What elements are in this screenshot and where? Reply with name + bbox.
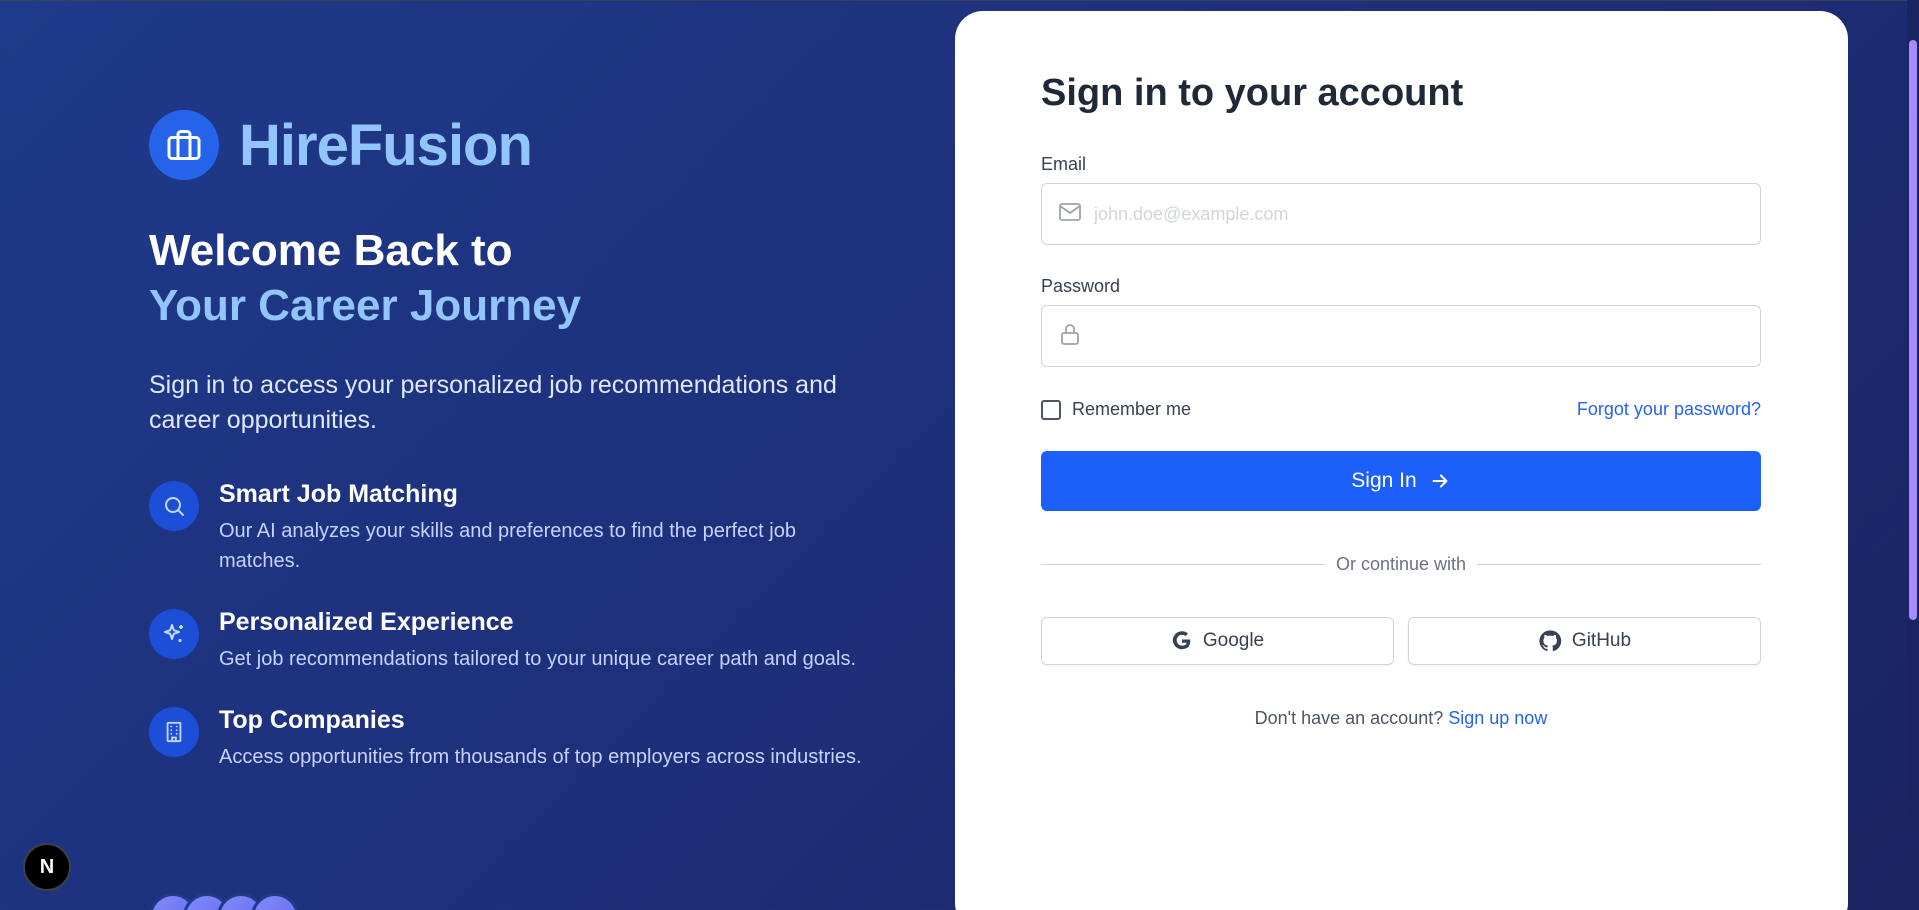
intro-text: Sign in to access your personalized job … (149, 371, 837, 434)
feature-body: Personalized Experience Get job recommen… (219, 606, 879, 674)
sign-in-label: Sign In (1351, 469, 1417, 492)
sign-in-card: Sign in to your account Email Password (955, 11, 1848, 910)
signup-prompt: Don't have an account? Sign up now (1041, 708, 1761, 729)
remember-me[interactable]: Remember me (1041, 399, 1191, 420)
scrollbar-thumb[interactable] (1909, 40, 1917, 620)
email-label: Email (1041, 154, 1087, 174)
mail-icon (1058, 200, 1082, 229)
feature-list: Smart Job Matching Our AI analyzes your … (149, 478, 889, 772)
welcome-line-2: Your Career Journey (149, 281, 582, 330)
password-label: Password (1041, 276, 1121, 296)
github-icon (1539, 630, 1562, 652)
nextjs-dev-badge[interactable]: N (23, 843, 71, 891)
brand-name: HireFusion (239, 112, 533, 178)
window-top-border (0, 0, 1919, 1)
feature-body: Top Companies Access opportunities from … (219, 704, 879, 772)
divider: Or continue with (1041, 554, 1761, 575)
lock-icon (1058, 322, 1082, 351)
welcome-heading: Welcome Back to Your Career Journey (149, 224, 889, 334)
feature-title: Personalized Experience (219, 608, 514, 636)
google-label: Google (1202, 630, 1265, 651)
password-field-wrapper[interactable] (1041, 305, 1761, 367)
sign-in-form: Sign in to your account Email Password (1041, 69, 1761, 729)
signup-prompt-text: Don't have an account? (1254, 708, 1444, 728)
google-button[interactable]: Google (1041, 617, 1394, 665)
welcome-line-1: Welcome Back to (149, 226, 513, 275)
arrow-right-icon (1432, 474, 1448, 488)
feature-description: Get job recommendations tailored to your… (219, 648, 857, 670)
briefcase-icon (149, 110, 219, 180)
google-icon (1172, 631, 1191, 650)
forgot-password-link[interactable]: Forgot your password? (1577, 399, 1761, 420)
feature-title: Top Companies (219, 706, 405, 734)
divider-line (1041, 564, 1325, 565)
divider-text: Or continue with (1335, 554, 1467, 574)
feature-description: Our AI analyzes your skills and preferen… (219, 520, 796, 572)
remember-row: Remember me Forgot your password? (1041, 399, 1761, 420)
feature-item: Smart Job Matching Our AI analyzes your … (149, 478, 889, 576)
remember-checkbox[interactable] (1041, 399, 1061, 420)
feature-item: Top Companies Access opportunities from … (149, 704, 889, 772)
social-login: Google GitHub (1041, 617, 1761, 665)
search-icon (149, 481, 199, 531)
page-scrollbar[interactable] (1907, 0, 1919, 910)
avatar (251, 893, 299, 910)
avatar-stack (149, 893, 299, 910)
form-title: Sign in to your account (1041, 72, 1464, 114)
hero-panel: HireFusion Welcome Back to Your Career J… (149, 110, 889, 802)
remember-label: Remember me (1072, 399, 1192, 419)
sparkles-icon (149, 609, 199, 659)
github-label: GitHub (1571, 630, 1632, 651)
feature-item: Personalized Experience Get job recommen… (149, 606, 889, 674)
divider-line (1477, 564, 1761, 565)
sign-up-link[interactable]: Sign up now (1448, 708, 1547, 728)
sign-in-button[interactable]: Sign In (1041, 451, 1761, 511)
feature-description: Access opportunities from thousands of t… (219, 746, 862, 768)
feature-title: Smart Job Matching (219, 480, 458, 508)
brand: HireFusion (149, 110, 889, 180)
email-field[interactable] (1094, 184, 1760, 244)
building-icon (149, 707, 199, 757)
email-field-wrapper[interactable] (1041, 183, 1761, 245)
github-button[interactable]: GitHub (1408, 617, 1761, 665)
password-field[interactable] (1094, 306, 1760, 366)
feature-body: Smart Job Matching Our AI analyzes your … (219, 478, 879, 576)
